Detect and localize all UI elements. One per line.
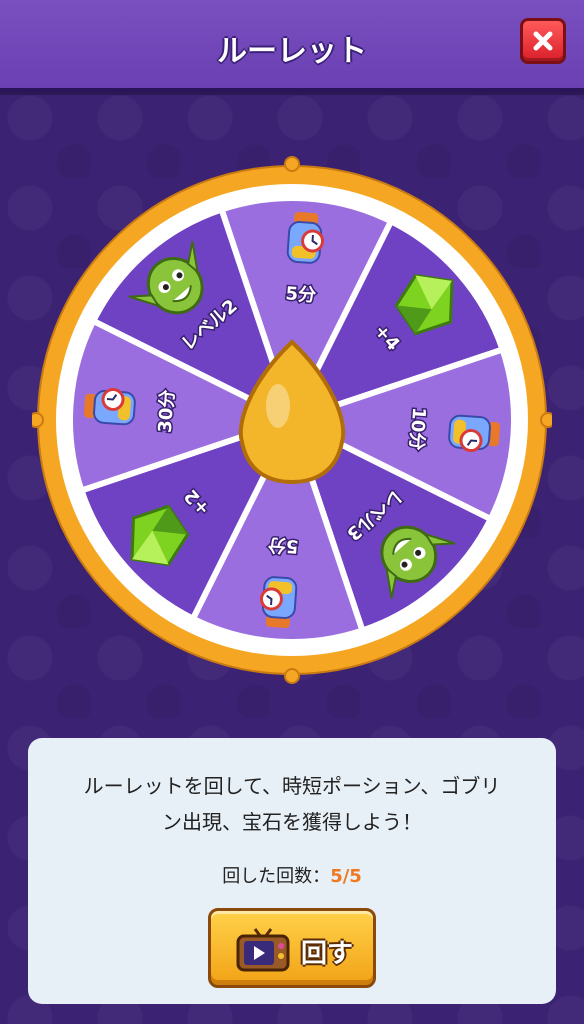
tv-ad-icon xyxy=(236,928,290,972)
spin-count-value: 5/5 xyxy=(330,866,362,887)
rim-knob xyxy=(284,156,300,172)
spin-count: 回した回数：5/5 xyxy=(28,862,556,888)
info-card: ルーレットを回して、時短ポーション、ゴブリ ン出現、宝石を獲得しよう！ 回した回… xyxy=(28,738,556,1004)
segment-label: 5分 xyxy=(267,534,299,557)
segment-label: 5分 xyxy=(285,283,317,306)
rim-knob xyxy=(284,668,300,684)
description-text: ルーレットを回して、時短ポーション、ゴブリ ン出現、宝石を獲得しよう！ xyxy=(58,768,526,840)
page-title: ルーレット xyxy=(217,34,367,69)
description-line-2: ン出現、宝石を獲得しよう！ xyxy=(162,810,422,834)
close-icon xyxy=(533,31,553,51)
segment-label: 30分 xyxy=(155,389,179,433)
rim-knob xyxy=(540,412,556,428)
roulette-wheel[interactable]: 5分 +4 10分 レベル3 5分 +2 30分 レベル2 xyxy=(28,152,556,688)
spin-count-label: 回した回数： xyxy=(222,866,331,887)
description-line-1: ルーレットを回して、時短ポーション、ゴブリ xyxy=(83,774,501,798)
hub-highlight xyxy=(266,384,290,428)
close-button[interactable] xyxy=(520,18,566,64)
header-bar: ルーレット xyxy=(0,0,584,92)
segment-label: 10分 xyxy=(405,407,429,451)
rim-knob xyxy=(28,412,44,428)
spin-button-label: 回す xyxy=(301,939,354,969)
spin-button[interactable]: 回す xyxy=(208,908,376,988)
